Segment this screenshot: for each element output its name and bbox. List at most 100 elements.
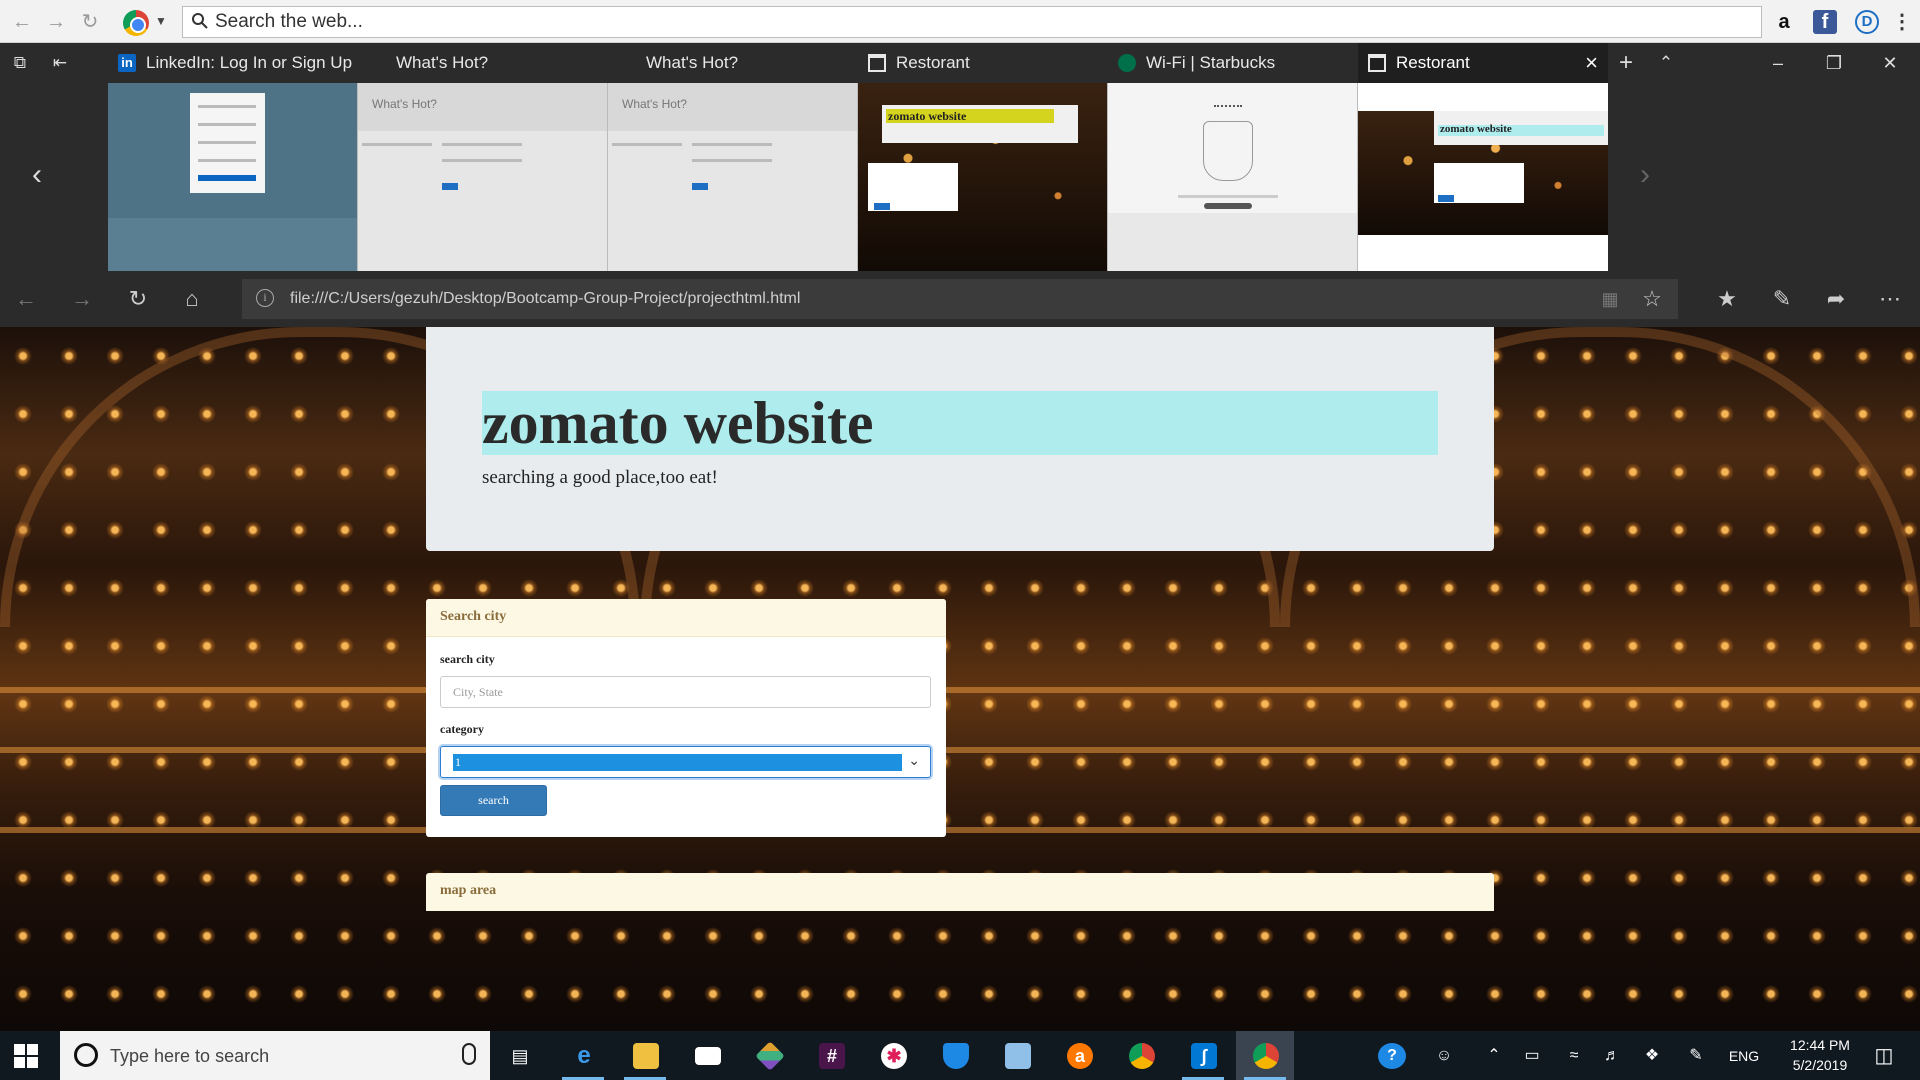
- previews-right-arrow-icon[interactable]: ›: [1640, 158, 1650, 192]
- taskbar-slack[interactable]: #: [802, 1031, 860, 1080]
- chevron-up-icon[interactable]: ⌃: [1482, 1045, 1506, 1067]
- preview-restorant-1[interactable]: zomato website: [858, 83, 1108, 271]
- cortana-icon[interactable]: [74, 1043, 98, 1067]
- battery-icon[interactable]: ▭: [1520, 1045, 1544, 1067]
- taskbar-search-input[interactable]: [110, 1043, 430, 1069]
- tab-restorant-active[interactable]: Restorant ×: [1358, 43, 1608, 83]
- linkedin-icon: in: [118, 54, 136, 72]
- favorites-hub-icon[interactable]: ★: [1715, 287, 1739, 311]
- dashlane-icon[interactable]: D: [1855, 10, 1879, 34]
- search-button[interactable]: search: [440, 785, 547, 816]
- address-bar-row: ← → ↻ ⌂ i ▦ ☆ ★ ✎ ➦ ⋯: [0, 271, 1920, 327]
- dropbox-icon[interactable]: ❖: [1640, 1045, 1664, 1067]
- back-icon[interactable]: ←: [14, 287, 38, 311]
- tab-starbucks[interactable]: Wi-Fi | Starbucks: [1108, 43, 1358, 83]
- volume-icon[interactable]: ♬: [1600, 1045, 1624, 1067]
- taskbar-slack-alt[interactable]: ✱: [864, 1031, 922, 1080]
- taskbar-chrome-apps[interactable]: [1112, 1031, 1170, 1080]
- refresh-icon[interactable]: ↻: [126, 287, 150, 311]
- tab-restorant-1[interactable]: Restorant: [858, 43, 1108, 83]
- tab-label: Wi-Fi | Starbucks: [1146, 53, 1276, 72]
- tab-strip: ⧉ ⇤ in LinkedIn: Log In or Sign Up What'…: [0, 43, 1920, 83]
- taskbar-edge[interactable]: e: [554, 1031, 612, 1080]
- close-tab-icon[interactable]: ×: [1585, 43, 1598, 83]
- taskbar-mail[interactable]: [678, 1031, 736, 1080]
- more-vertical-icon[interactable]: ⋮: [1890, 10, 1914, 34]
- taskbar-clock[interactable]: 12:44 PM 5/2/2019: [1770, 1035, 1870, 1075]
- amazon-icon[interactable]: a: [1772, 10, 1796, 34]
- preview-starbucks[interactable]: [1108, 83, 1358, 271]
- pen-icon[interactable]: ✎: [1770, 287, 1794, 311]
- starbucks-icon: [1118, 54, 1136, 72]
- preview-restorant-active[interactable]: zomato website: [1358, 83, 1608, 271]
- address-bar[interactable]: i ▦ ☆: [242, 279, 1678, 319]
- search-panel-heading: Search city: [426, 599, 946, 637]
- window-icon: [1368, 54, 1386, 72]
- category-label: category: [440, 722, 484, 736]
- taskbar-gitkraken[interactable]: [740, 1031, 798, 1080]
- restore-icon[interactable]: ❐: [1806, 43, 1862, 83]
- clock-time: 12:44 PM: [1790, 1037, 1850, 1053]
- minimize-icon[interactable]: –: [1750, 43, 1806, 83]
- preview-whats-hot-2[interactable]: What's Hot?: [608, 83, 858, 271]
- wifi-icon[interactable]: ≈: [1562, 1045, 1586, 1067]
- info-icon[interactable]: i: [256, 289, 274, 307]
- taskbar-search-box[interactable]: [60, 1031, 490, 1080]
- tab-whats-hot-1[interactable]: What's Hot?: [358, 43, 608, 83]
- collapse-previews-icon[interactable]: ⌃: [1654, 51, 1678, 75]
- chrome-logo-icon[interactable]: [123, 10, 149, 36]
- taskbar-avast[interactable]: a: [1050, 1031, 1108, 1080]
- language-indicator[interactable]: ENG: [1726, 1045, 1762, 1067]
- pen-workspace-icon[interactable]: ✎: [1684, 1045, 1708, 1067]
- map-panel-heading: map area: [426, 873, 1494, 911]
- preview-whats-hot-1[interactable]: What's Hot?: [358, 83, 608, 271]
- chevron-down-icon[interactable]: ▼: [155, 14, 167, 28]
- favorite-star-icon[interactable]: ☆: [1640, 287, 1664, 311]
- taskbar-chrome[interactable]: [1236, 1031, 1294, 1080]
- previews-left-arrow-icon[interactable]: ‹: [32, 158, 42, 192]
- new-tab-icon[interactable]: +: [1614, 51, 1638, 75]
- set-aside-tabs-icon[interactable]: ⇤: [48, 51, 72, 75]
- mail-icon: [695, 1047, 721, 1065]
- search-panel: Search city search city category 1 ⌄ sea…: [426, 599, 946, 837]
- preview-linkedin[interactable]: [108, 83, 358, 271]
- forward-arrow-icon[interactable]: →: [44, 10, 68, 34]
- avast-icon: a: [1067, 1043, 1093, 1069]
- taskbar-file-explorer[interactable]: [616, 1031, 674, 1080]
- tab-whats-hot-2[interactable]: What's Hot?: [608, 43, 858, 83]
- url-input[interactable]: [290, 285, 1570, 313]
- back-arrow-icon[interactable]: ←: [10, 10, 34, 34]
- forward-icon[interactable]: →: [70, 287, 94, 311]
- tab-linkedin[interactable]: in LinkedIn: Log In or Sign Up: [108, 43, 358, 83]
- tab-label: What's Hot?: [396, 53, 489, 72]
- taskbar-vscode[interactable]: ∫: [1174, 1031, 1232, 1080]
- tab-label: What's Hot?: [646, 53, 739, 72]
- action-center-icon[interactable]: ◫: [1870, 1045, 1898, 1067]
- desktop-search-toolbar: ← → ↻ ▼ a f D ⋮: [0, 0, 1920, 43]
- preview-title: zomato website: [1440, 123, 1512, 135]
- category-select[interactable]: 1 ⌄: [440, 746, 931, 778]
- close-window-icon[interactable]: ✕: [1862, 43, 1918, 83]
- search-icon: [192, 13, 208, 29]
- preview-title: zomato website: [888, 109, 967, 123]
- city-input[interactable]: [440, 676, 931, 708]
- chrome-icon: [1253, 1043, 1279, 1069]
- reading-view-icon[interactable]: ▦: [1598, 287, 1622, 311]
- home-icon[interactable]: ⌂: [180, 287, 204, 311]
- web-search-box[interactable]: [182, 6, 1762, 38]
- taskbar-task-manager[interactable]: [988, 1031, 1046, 1080]
- facebook-icon[interactable]: f: [1813, 10, 1837, 34]
- web-search-input[interactable]: [215, 9, 1715, 35]
- help-icon[interactable]: ?: [1378, 1043, 1406, 1069]
- share-icon[interactable]: ➦: [1824, 287, 1848, 311]
- tab-previews: ‹ What's Hot? What's Hot? zomato website: [0, 83, 1920, 271]
- windows-start-icon[interactable]: [14, 1044, 38, 1068]
- people-icon[interactable]: ☺: [1432, 1045, 1456, 1067]
- taskbar-defender[interactable]: [926, 1031, 984, 1080]
- more-icon[interactable]: ⋯: [1878, 287, 1902, 311]
- tab-preview-icon[interactable]: ⧉: [8, 51, 32, 75]
- task-view-button[interactable]: ▤: [490, 1031, 548, 1080]
- refresh-icon[interactable]: ↻: [78, 10, 102, 34]
- microphone-icon[interactable]: [462, 1043, 476, 1065]
- background-shelf: [0, 747, 1920, 753]
